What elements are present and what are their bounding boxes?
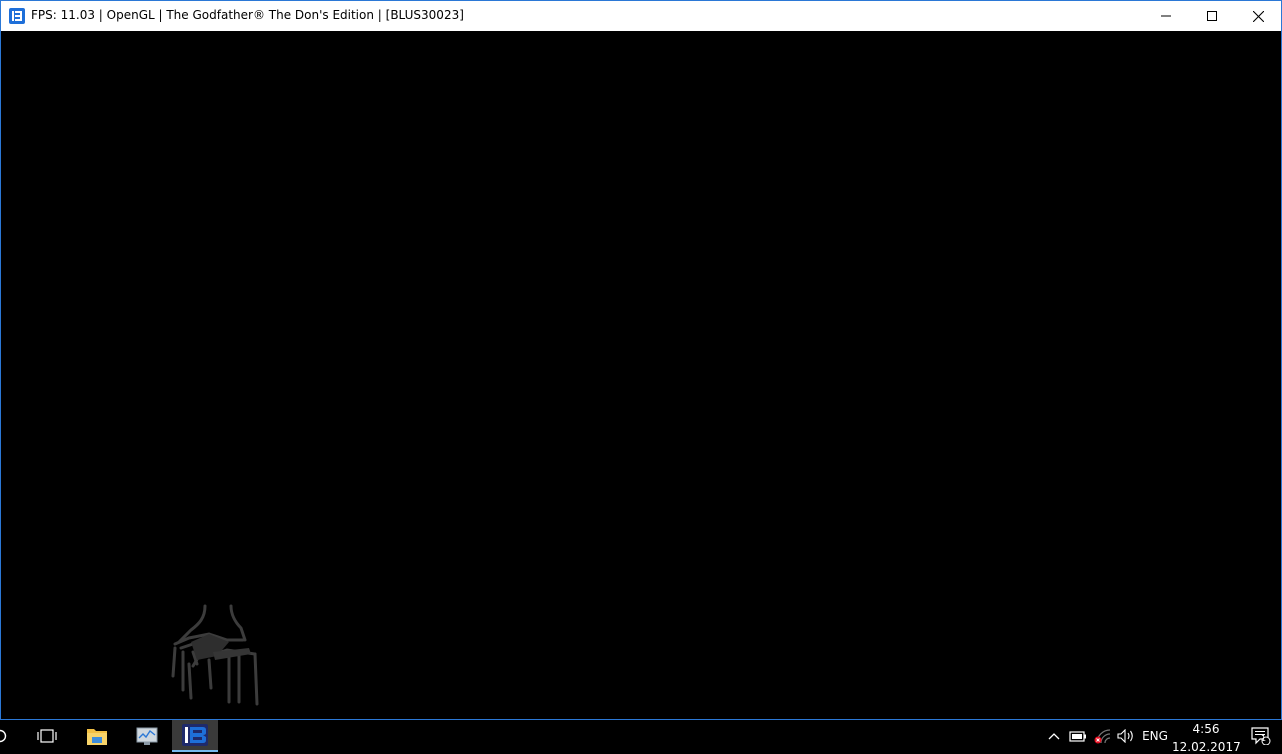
battery-button[interactable] (1067, 720, 1089, 752)
minimize-icon (1161, 15, 1171, 17)
chevron-up-icon (1048, 733, 1060, 740)
search-button[interactable] (0, 720, 12, 752)
taskbar-resource-monitor[interactable] (124, 720, 170, 752)
maximize-icon (1207, 11, 1217, 21)
speaker-icon (1117, 729, 1133, 743)
task-view-icon (37, 729, 57, 743)
taskbar-file-explorer[interactable] (74, 720, 120, 752)
emulator-window: FPS: 11.03 | OpenGL | The Godfather® The… (0, 0, 1282, 720)
godfather-puppet-hand-logo (171, 604, 259, 706)
window-title: FPS: 11.03 | OpenGL | The Godfather® The… (31, 8, 464, 22)
maximize-button[interactable] (1189, 1, 1235, 31)
network-disconnected-icon (1094, 729, 1111, 744)
minimize-button[interactable] (1143, 1, 1189, 31)
notification-count: 1 (1261, 734, 1267, 743)
clock-time: 4:56 (1192, 722, 1220, 736)
taskbar-rpcs3[interactable] (172, 720, 218, 752)
input-language[interactable]: ENG (1140, 720, 1170, 752)
close-button[interactable] (1235, 1, 1281, 31)
network-button[interactable] (1091, 720, 1113, 752)
close-icon (1252, 10, 1264, 22)
task-view-button[interactable] (24, 720, 70, 752)
action-center-button[interactable]: 1 (1248, 720, 1274, 752)
search-icon (0, 729, 7, 743)
battery-icon (1069, 731, 1086, 742)
clock[interactable]: 4:56 12.02.2017 (1172, 720, 1241, 754)
game-viewport[interactable] (1, 31, 1281, 719)
rpcs3-icon (9, 8, 25, 24)
rpcs3-taskbar-icon (182, 724, 208, 746)
title-bar[interactable]: FPS: 11.03 | OpenGL | The Godfather® The… (1, 1, 1281, 31)
file-explorer-icon (87, 729, 107, 745)
volume-button[interactable] (1115, 720, 1137, 752)
resource-monitor-icon (136, 727, 158, 745)
taskbar: ENG 4:56 12.02.2017 1 (0, 720, 1282, 754)
show-hidden-icons-button[interactable] (1044, 720, 1064, 752)
